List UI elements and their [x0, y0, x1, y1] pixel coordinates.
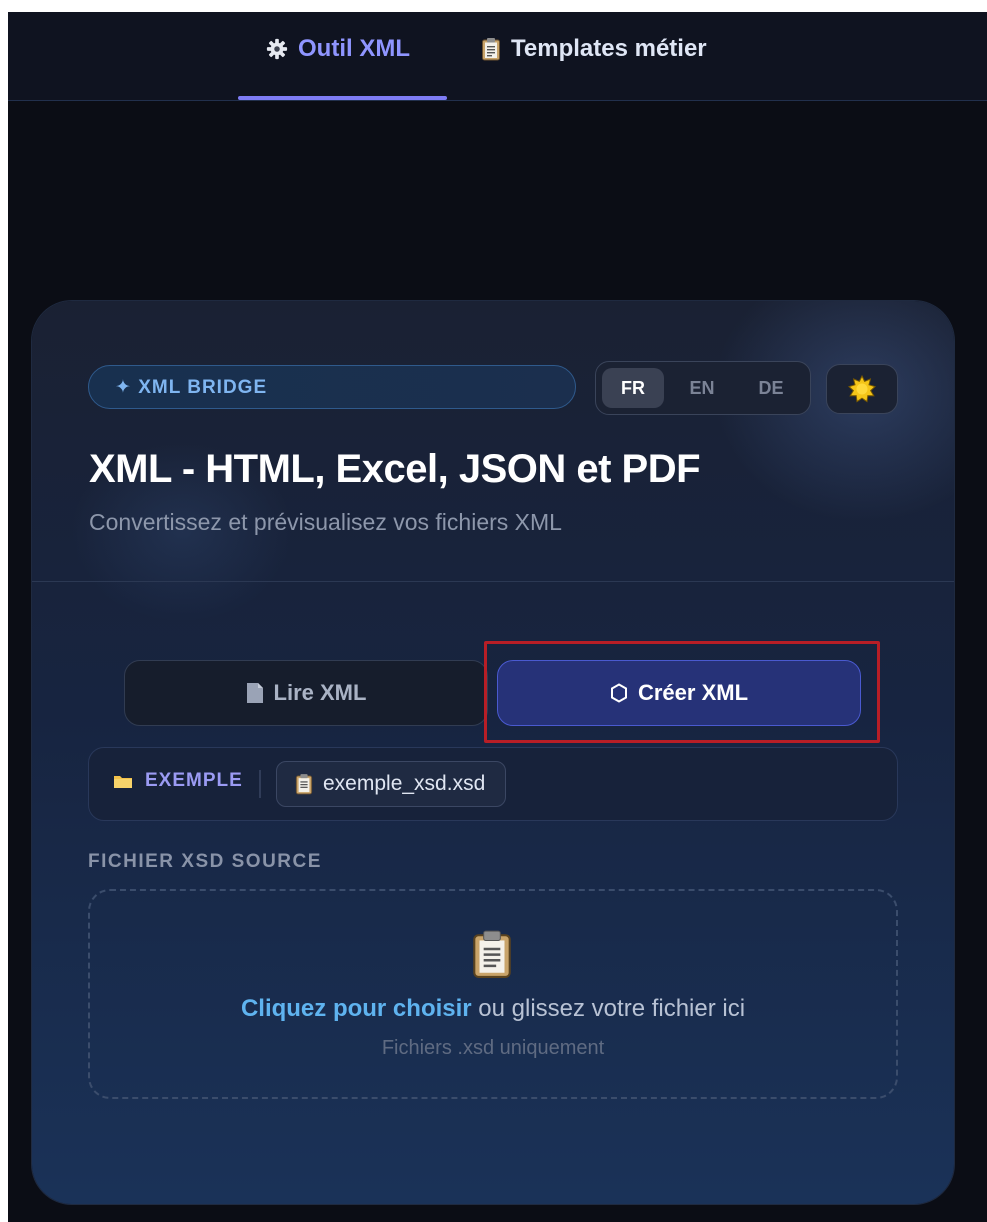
language-switcher: FR EN DE	[595, 361, 811, 415]
gear-icon	[266, 38, 288, 60]
tab-templates-metier[interactable]: Templates métier	[481, 34, 707, 64]
app-frame: Outil XML Templates métier ✦ XML BRIDGE …	[8, 12, 987, 1222]
example-label-text: EXEMPLE	[145, 770, 243, 791]
dropzone-drag-text: ou glissez votre fichier ici	[471, 995, 746, 1022]
read-xml-label: Lire XML	[273, 680, 367, 705]
dropzone-hint: Fichiers .xsd uniquement	[381, 1037, 605, 1059]
example-divider	[259, 770, 261, 798]
clipboard-icon	[295, 774, 313, 795]
source-file-label: FICHIER XSD SOURCE	[88, 851, 322, 872]
theme-toggle-button[interactable]	[826, 364, 898, 414]
brand-badge: ✦ XML BRIDGE	[88, 365, 576, 409]
main-card: ✦ XML BRIDGE FR EN DE XML - HTML, Excel,…	[32, 301, 954, 1204]
folder-icon	[114, 776, 132, 788]
tab-outil-xml-label: Outil XML	[298, 35, 410, 62]
brand-badge-label: ✦ XML BRIDGE	[115, 376, 268, 398]
top-nav: Outil XML Templates métier	[8, 12, 987, 101]
choose-file-link[interactable]: Cliquez pour choisir	[241, 995, 472, 1022]
page-subtitle: Convertissez et prévisualisez vos fichie…	[89, 509, 562, 535]
tab-outil-xml[interactable]: Outil XML	[266, 34, 410, 64]
file-dropzone[interactable]: Cliquez pour choisir ou glissez votre fi…	[88, 889, 898, 1099]
read-xml-button[interactable]: Lire XML	[124, 660, 488, 726]
dropzone-instructions: Cliquez pour choisir ou glissez votre fi…	[90, 995, 896, 1023]
tab-templates-label: Templates métier	[511, 35, 707, 62]
clipboard-icon	[473, 930, 511, 978]
example-file-chip[interactable]: exemple_xsd.xsd	[276, 761, 507, 807]
selection-highlight-box	[484, 641, 880, 743]
language-fr-button[interactable]: FR	[602, 368, 664, 408]
language-de-button[interactable]: DE	[740, 368, 802, 408]
document-icon	[246, 683, 263, 703]
page-title: XML - HTML, Excel, JSON et PDF	[89, 447, 701, 491]
example-bar: EXEMPLE exemple_xsd.xsd	[88, 747, 898, 821]
clipboard-icon	[482, 38, 500, 61]
sun-icon	[848, 375, 876, 403]
header-divider	[32, 581, 954, 582]
active-tab-indicator	[238, 96, 447, 100]
language-en-button[interactable]: EN	[671, 368, 733, 408]
example-label: EXEMPLE	[113, 770, 243, 792]
example-file-name: exemple_xsd.xsd	[323, 772, 486, 795]
